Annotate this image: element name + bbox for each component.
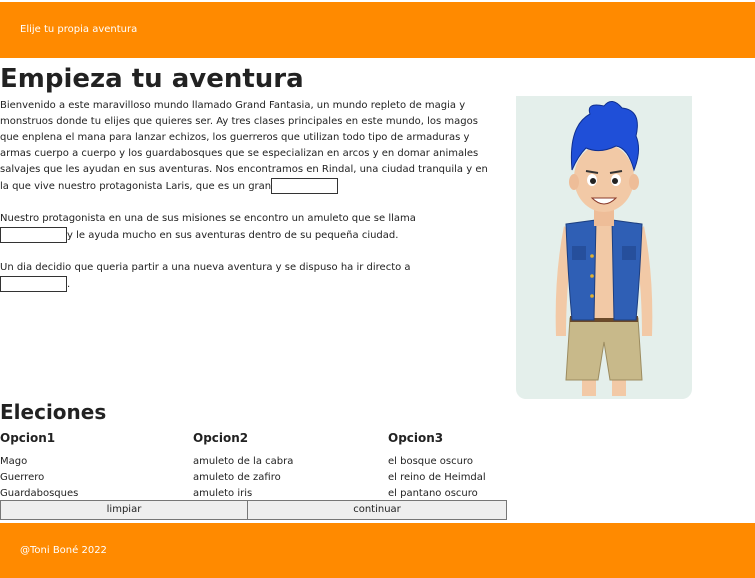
blank-destination-field[interactable] xyxy=(0,276,67,292)
option-3-bosque-oscuro[interactable]: el bosque oscuro xyxy=(388,454,578,470)
story-paragraph-3: Un dia decidio que queria partir a una n… xyxy=(0,260,495,293)
option-1-mago[interactable]: Mago xyxy=(0,454,190,470)
story-paragraph-2: Nuestro protagonista en una de sus misio… xyxy=(0,211,495,244)
blank-amulet-field[interactable] xyxy=(0,227,67,243)
option-column-2-header: Opcion2 xyxy=(193,431,249,445)
option-column-2: Opcion2 amuleto de la cabra amuleto de z… xyxy=(193,430,383,502)
options-section-title: Eleciones xyxy=(0,400,107,424)
character-image xyxy=(516,96,692,399)
option-column-3: Opcion3 el bosque oscuro el reino de Hei… xyxy=(388,430,578,502)
option-column-3-header: Opcion3 xyxy=(388,431,444,445)
continue-button[interactable]: continuar xyxy=(247,500,507,520)
paragraph-3-text-a: Un dia decidio que queria partir a una n… xyxy=(0,262,411,273)
footer-text: @Toni Boné 2022 xyxy=(20,545,107,556)
option-2-amuleto-zafiro[interactable]: amuleto de zafiro xyxy=(193,470,383,486)
option-2-amuleto-cabra[interactable]: amuleto de la cabra xyxy=(193,454,383,470)
site-header: Elije tu propia aventura xyxy=(0,2,755,58)
paragraph-2-text-a: Nuestro protagonista en una de sus misio… xyxy=(0,213,416,224)
option-3-reino-heimdal[interactable]: el reino de Heimdal xyxy=(388,470,578,486)
paragraph-1-text: Bienvenido a este maravilloso mundo llam… xyxy=(0,100,488,192)
option-column-1-header: Opcion1 xyxy=(0,431,56,445)
page-title: Empieza tu aventura xyxy=(0,64,304,94)
story-paragraph-1: Bienvenido a este maravilloso mundo llam… xyxy=(0,98,495,195)
option-1-guerrero[interactable]: Guerrero xyxy=(0,470,190,486)
character-illustration xyxy=(555,101,653,396)
paragraph-2-text-b: y le ayuda mucho en sus aventuras dentro… xyxy=(67,230,399,241)
site-footer: @Toni Boné 2022 xyxy=(0,523,755,578)
header-title: Elije tu propia aventura xyxy=(20,24,138,35)
story-text: Bienvenido a este maravilloso mundo llam… xyxy=(0,98,495,309)
option-column-1: Opcion1 Mago Guerrero Guardabosques xyxy=(0,430,190,502)
paragraph-3-text-b: . xyxy=(67,279,71,290)
blank-class-field[interactable] xyxy=(271,178,339,194)
clear-button[interactable]: limpiar xyxy=(0,500,248,520)
